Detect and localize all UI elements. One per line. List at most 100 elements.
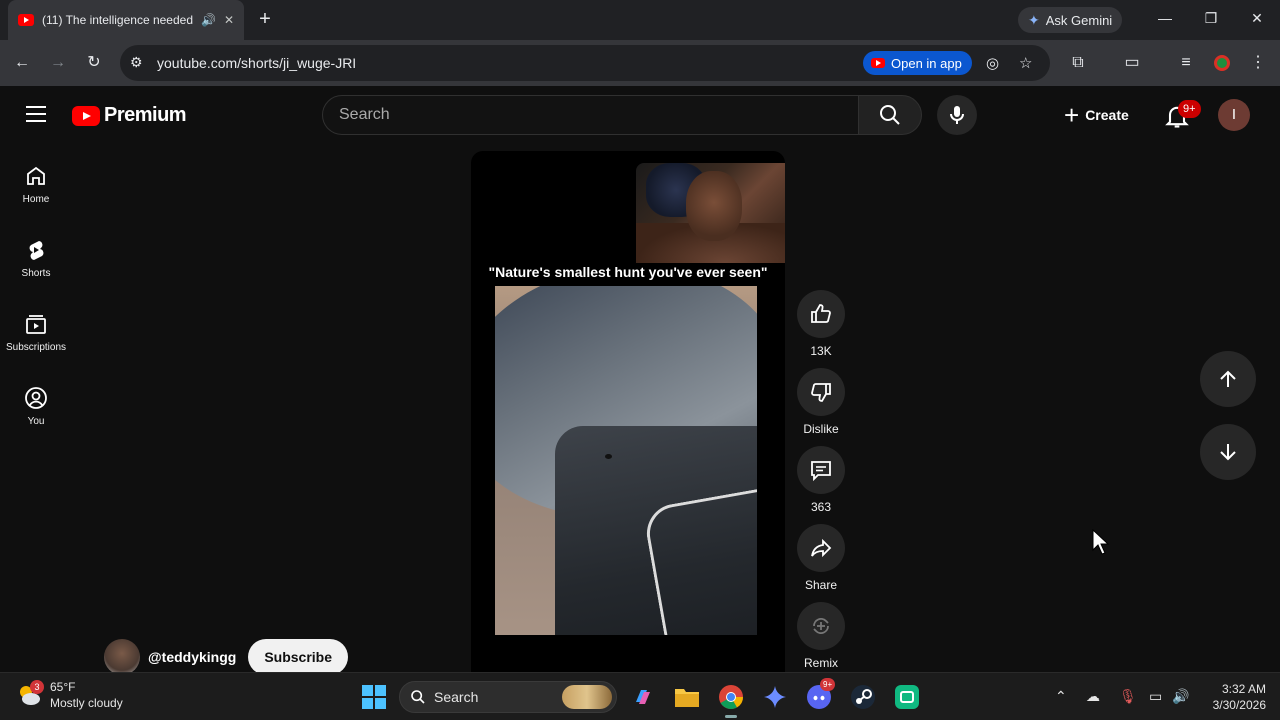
close-window-icon[interactable]: ✕ xyxy=(1247,10,1267,27)
discord-badge: 9+ xyxy=(820,678,836,691)
reaction-cam-image xyxy=(636,163,785,263)
home-icon xyxy=(27,166,45,185)
dislike-label: Dislike xyxy=(803,422,839,436)
user-circle-icon xyxy=(25,387,47,409)
address-bar[interactable]: ⚙ youtube.com/shorts/ji_wuge-JRI Open in… xyxy=(120,45,1050,81)
like-count: 13K xyxy=(810,344,832,358)
browser-tab[interactable]: (11) The intelligence needed 🔊 ✕ xyxy=(8,0,244,40)
windows-start-icon[interactable] xyxy=(362,685,386,709)
arrow-up-icon xyxy=(1220,370,1236,387)
subscribe-button[interactable]: Subscribe xyxy=(248,639,349,675)
chrome-profile-icon[interactable] xyxy=(1214,55,1230,71)
discord-icon[interactable]: 9+ xyxy=(804,678,836,712)
file-explorer-icon[interactable] xyxy=(672,682,702,712)
plus-icon: + xyxy=(1064,100,1080,130)
display-icon[interactable]: ▭ xyxy=(1149,688,1162,705)
channel-name[interactable]: @teddykingg xyxy=(148,649,236,665)
chrome-menu-icon[interactable]: ⋮ xyxy=(1248,53,1268,73)
cast-icon[interactable]: ▭ xyxy=(1122,53,1142,73)
ask-gemini-button[interactable]: ✦ Ask Gemini xyxy=(1018,7,1123,33)
guide-item-label: Shorts xyxy=(21,268,51,279)
share-button[interactable] xyxy=(797,524,845,572)
microphone-tray-icon[interactable]: 🎙 xyxy=(1119,688,1137,705)
copilot-icon[interactable] xyxy=(628,682,658,712)
insect-image xyxy=(605,454,612,459)
like-button[interactable] xyxy=(797,290,845,338)
tray-overflow-icon[interactable]: ⌃ xyxy=(1055,688,1067,705)
comments-button[interactable] xyxy=(797,446,845,494)
tab-title: (11) The intelligence needed xyxy=(42,13,193,27)
create-label: Create xyxy=(1085,107,1129,123)
remix-action[interactable]: Remix xyxy=(797,602,845,670)
taskbar-search-label: Search xyxy=(434,689,479,705)
account-avatar[interactable]: I xyxy=(1218,99,1250,131)
search-input[interactable] xyxy=(323,96,858,134)
gemini-app-icon[interactable] xyxy=(760,682,790,712)
guide-item-label: Home xyxy=(22,194,50,205)
next-short-button[interactable] xyxy=(1200,424,1256,480)
dislike-action[interactable]: Dislike xyxy=(797,368,845,436)
channel-avatar[interactable] xyxy=(104,639,140,675)
channel-row: @teddykingg Subscribe xyxy=(104,639,349,675)
windows-taskbar: 3 65°F Mostly cloudy Search 9+ ⌃ ☁ 🎙 ▭ 🔊… xyxy=(0,672,1280,720)
new-tab-button[interactable]: + xyxy=(254,8,276,30)
site-info-icon[interactable]: ⚙ xyxy=(130,54,143,71)
notification-count-badge: 9+ xyxy=(1178,100,1201,118)
remix-icon xyxy=(813,618,829,634)
create-button[interactable]: + Create xyxy=(1054,97,1139,133)
youtube-premium-logo[interactable]: Premium xyxy=(72,104,187,127)
bookmark-star-icon[interactable]: ☆ xyxy=(1019,54,1032,72)
gemini-star-icon: ✦ xyxy=(1028,11,1040,28)
search-highlight-image xyxy=(562,685,612,709)
search-button[interactable] xyxy=(858,95,922,135)
restore-icon[interactable]: ❐ xyxy=(1201,10,1221,27)
search-field[interactable] xyxy=(322,95,859,135)
eye-off-icon[interactable]: ◎ xyxy=(986,54,999,72)
voice-search-button[interactable] xyxy=(937,95,977,135)
video-clip-image xyxy=(495,286,757,635)
comment-count: 363 xyxy=(810,500,832,514)
guide-item-home[interactable]: Home xyxy=(0,164,72,205)
short-video-player[interactable]: "Nature's smallest hunt you've ever seen… xyxy=(471,151,785,676)
speaker-icon[interactable]: 🔊 xyxy=(201,13,216,27)
back-icon[interactable]: ← xyxy=(12,53,32,73)
share-action[interactable]: Share xyxy=(797,524,845,592)
dislike-button[interactable] xyxy=(797,368,845,416)
browser-tab-strip: (11) The intelligence needed 🔊 ✕ + ✦ Ask… xyxy=(0,0,1280,40)
shorts-icon xyxy=(29,241,44,260)
microphone-icon xyxy=(950,106,964,124)
open-in-app-button[interactable]: Open in app xyxy=(863,51,972,75)
weather-condition: Mostly cloudy xyxy=(50,696,123,710)
remix-button[interactable] xyxy=(797,602,845,650)
system-clock[interactable]: 3:32 AM 3/30/2026 xyxy=(1200,681,1266,713)
video-caption: "Nature's smallest hunt you've ever seen… xyxy=(488,264,768,280)
comments-action[interactable]: 363 xyxy=(797,446,845,514)
youtube-play-icon xyxy=(72,105,100,126)
forward-icon[interactable]: → xyxy=(48,53,68,73)
extensions-icon[interactable]: ⧉ xyxy=(1068,53,1088,73)
subscriptions-icon xyxy=(26,315,46,334)
url-text: youtube.com/shorts/ji_wuge-JRI xyxy=(157,55,357,71)
guide-item-shorts[interactable]: Shorts xyxy=(0,238,72,279)
network-alert-icon[interactable]: ☁ xyxy=(1086,688,1100,705)
minimize-icon[interactable]: — xyxy=(1155,10,1175,26)
volume-icon[interactable]: 🔊 xyxy=(1172,688,1189,705)
thumbs-down-icon xyxy=(811,383,831,402)
hamburger-menu-icon[interactable] xyxy=(26,106,46,122)
guide-item-you[interactable]: You xyxy=(0,386,72,427)
reload-icon[interactable]: ↻ xyxy=(84,53,104,73)
taskbar-search[interactable]: Search xyxy=(399,681,617,713)
green-app-icon[interactable] xyxy=(892,682,922,712)
guide-item-subscriptions[interactable]: Subscriptions xyxy=(0,312,72,353)
close-tab-icon[interactable]: ✕ xyxy=(224,13,234,27)
steam-icon[interactable] xyxy=(848,682,878,712)
temperature: 65°F xyxy=(50,680,76,694)
like-action[interactable]: 13K xyxy=(797,290,845,358)
thumbs-up-icon xyxy=(811,304,831,323)
share-arrow-icon xyxy=(811,538,832,558)
chrome-icon[interactable] xyxy=(716,682,746,718)
weather-widget[interactable]: 3 65°F Mostly cloudy xyxy=(16,679,123,711)
media-control-icon[interactable]: ≡ xyxy=(1176,53,1196,73)
previous-short-button[interactable] xyxy=(1200,351,1256,407)
guide-item-label: You xyxy=(27,416,45,427)
